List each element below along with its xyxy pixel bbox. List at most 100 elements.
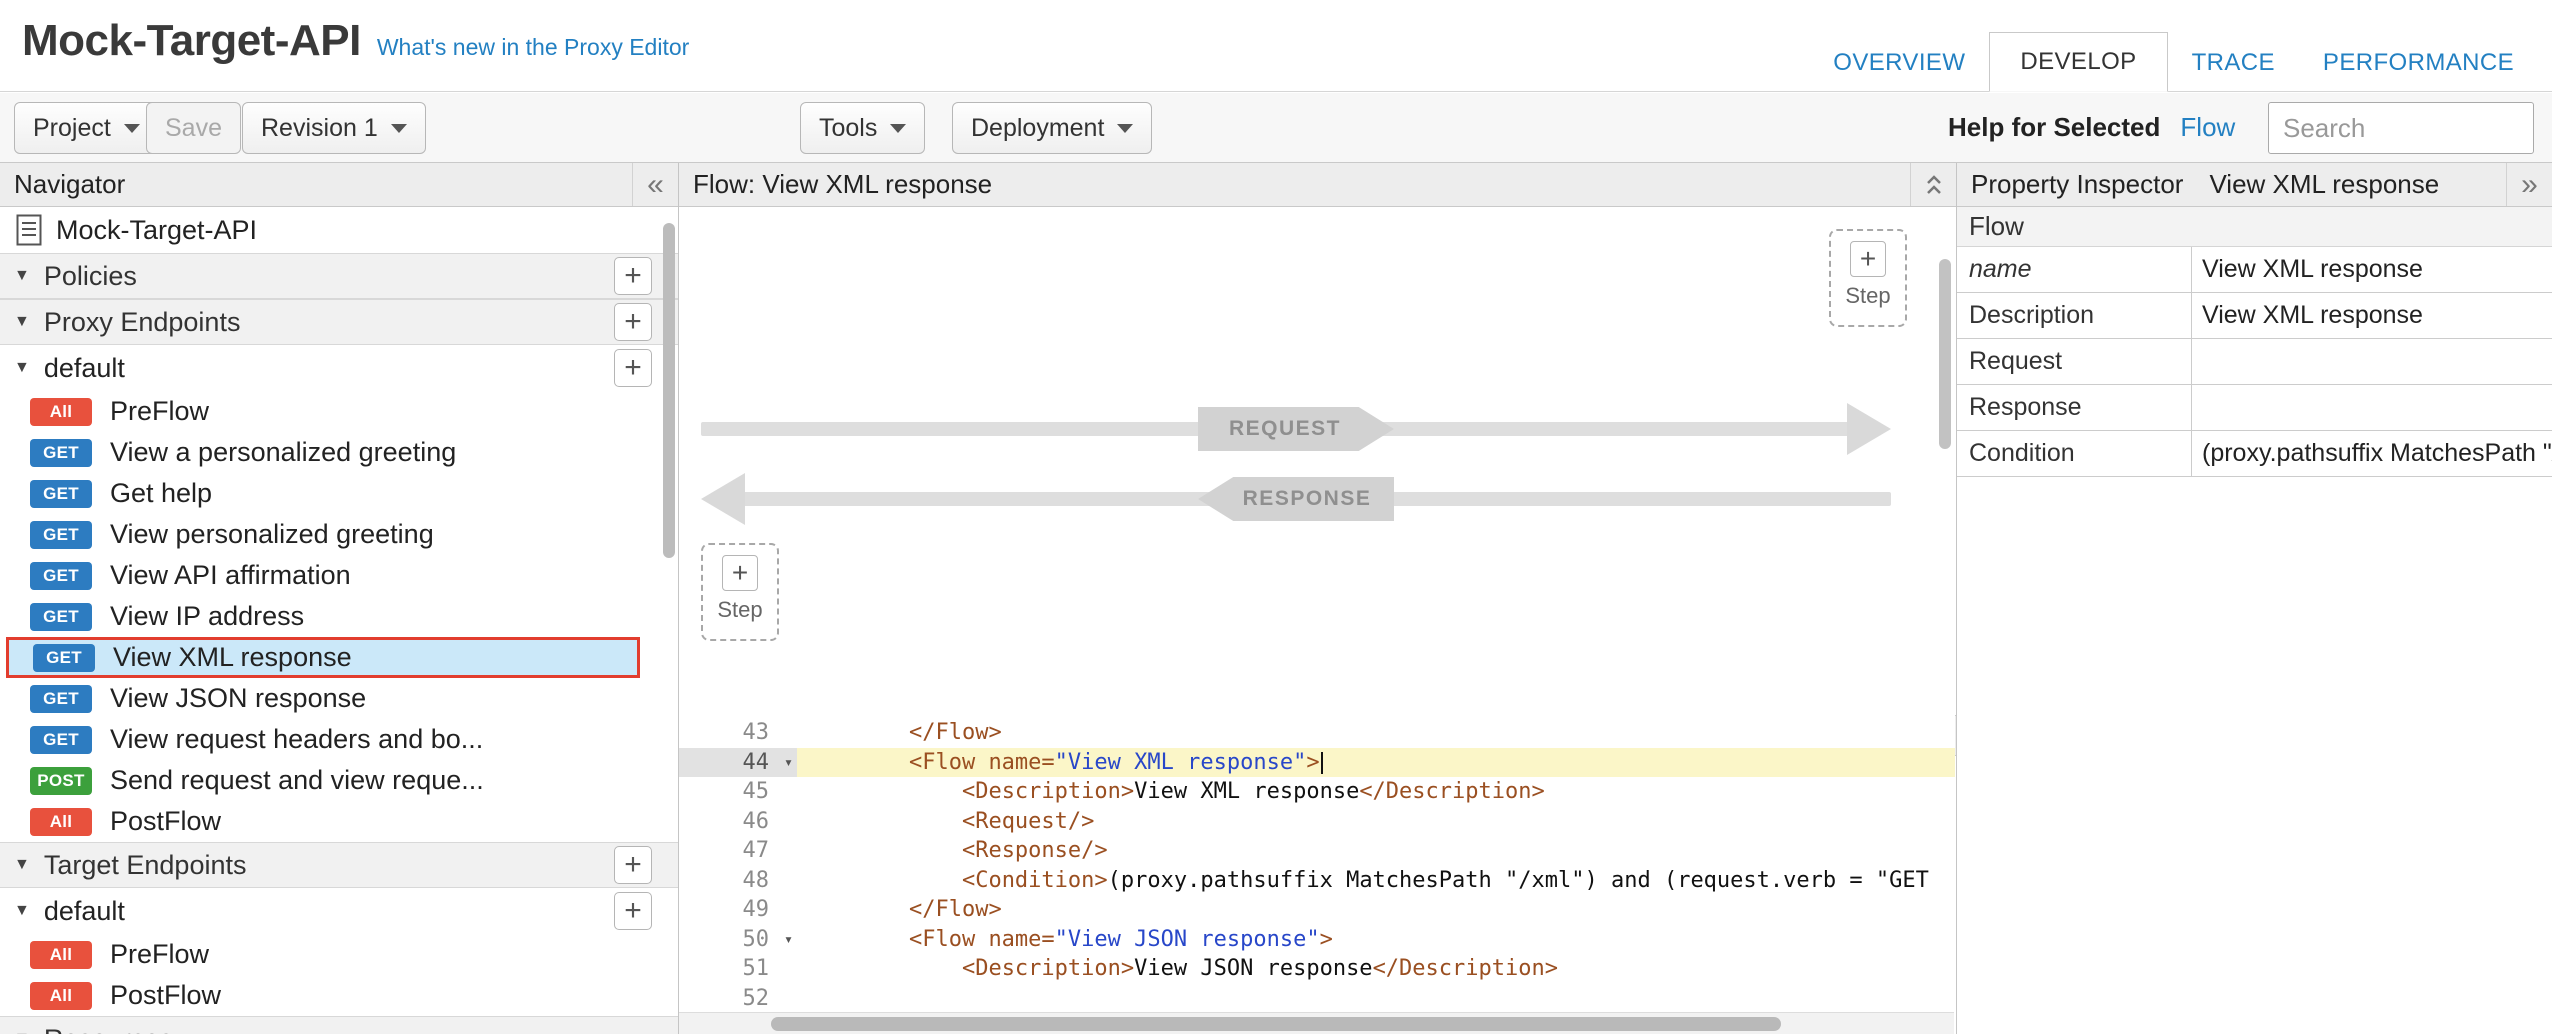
add-target-endpoint-button[interactable]: + (614, 846, 652, 884)
code-horizontal-scrollbar[interactable] (679, 1012, 1954, 1034)
method-badge: All (30, 941, 92, 969)
deployment-dropdown[interactable]: Deployment (952, 102, 1152, 154)
tab-overview[interactable]: OVERVIEW (1809, 34, 1989, 92)
triangle-down-icon: ▼ (14, 267, 30, 285)
section-resources[interactable]: ▼ Resources (0, 1016, 678, 1034)
method-badge: GET (30, 521, 92, 549)
nav-item-preflow[interactable]: AllPreFlow (0, 391, 678, 432)
inspector-value-request[interactable] (2192, 339, 2552, 384)
add-proxy-flow-button[interactable]: + (614, 349, 652, 387)
nav-item-view-request-headers-and-bo[interactable]: GETView request headers and bo... (0, 719, 678, 760)
target-endpoint-default[interactable]: ▼ default + (0, 888, 678, 934)
nav-item-view-xml-response[interactable]: GETView XML response (6, 637, 640, 678)
inspector-value-description[interactable]: View XML response (2192, 293, 2552, 338)
section-target-endpoints[interactable]: ▼ Target Endpoints + (0, 842, 678, 888)
nav-item-label: PreFlow (110, 396, 209, 427)
nav-item-proxy-root[interactable]: Mock-Target-API (0, 207, 678, 253)
tab-trace[interactable]: TRACE (2168, 34, 2299, 92)
code-line-46[interactable]: 46 <Request/> (679, 807, 1955, 837)
add-policy-button[interactable]: + (614, 257, 652, 295)
code-line-48[interactable]: 48 <Condition>(proxy.pathsuffix MatchesP… (679, 866, 1955, 896)
search-input[interactable] (2268, 102, 2534, 154)
method-badge: GET (30, 685, 92, 713)
code-line-49[interactable]: 49 </Flow> (679, 895, 1955, 925)
text-cursor (1321, 752, 1323, 774)
section-proxy-endpoints-label: Proxy Endpoints (44, 307, 241, 338)
tools-dropdown[interactable]: Tools (800, 102, 925, 154)
add-proxy-endpoint-button[interactable]: + (614, 303, 652, 341)
tools-dropdown-label: Tools (819, 114, 877, 143)
collapse-flow-panel-icon[interactable] (1910, 163, 1956, 206)
nav-item-view-personalized-greeting[interactable]: GETView personalized greeting (0, 514, 678, 555)
nav-item-view-a-personalized-greeting[interactable]: GETView a personalized greeting (0, 432, 678, 473)
line-number: 47 (679, 836, 797, 866)
project-dropdown[interactable]: Project (14, 102, 159, 154)
code-text: <Flow name="View XML response"> (797, 748, 1955, 778)
inspector-row-description: Description View XML response (1957, 293, 2552, 339)
proxy-root-label: Mock-Target-API (56, 215, 257, 246)
revision-dropdown-label: Revision 1 (261, 114, 378, 143)
save-button[interactable]: Save (146, 102, 241, 154)
add-target-flow-button[interactable]: + (614, 892, 652, 930)
nav-item-view-api-affirmation[interactable]: GETView API affirmation (0, 555, 678, 596)
code-editor[interactable]: 43 </Flow>44▾ <Flow name="View XML respo… (679, 712, 1955, 1034)
code-line-51[interactable]: 51 <Description>View JSON response</Desc… (679, 954, 1955, 984)
line-number: 46 (679, 807, 797, 837)
flow-panel-title: Flow: View XML response (693, 169, 992, 200)
nav-item-view-json-response[interactable]: GETView JSON response (0, 678, 678, 719)
nav-item-preflow[interactable]: AllPreFlow (0, 934, 678, 975)
section-policies[interactable]: ▼ Policies + (0, 253, 678, 299)
revision-dropdown[interactable]: Revision 1 (242, 102, 426, 154)
target-endpoint-default-label: default (44, 896, 125, 927)
add-step-button-request[interactable]: + Step (1829, 229, 1907, 327)
nav-item-label: View a personalized greeting (110, 437, 456, 468)
chevron-down-icon (890, 124, 906, 133)
line-number: 43 (679, 718, 797, 748)
title-wrap: Mock-Target-API What's new in the Proxy … (22, 16, 689, 66)
nav-item-view-ip-address[interactable]: GETView IP address (0, 596, 678, 637)
document-icon (16, 214, 42, 246)
proxy-endpoint-default[interactable]: ▼ default + (0, 345, 678, 391)
code-line-47[interactable]: 47 <Response/> (679, 836, 1955, 866)
toolbar: Project Save Revision 1 Tools Deployment… (0, 93, 2552, 163)
top-tabs: OVERVIEW DEVELOP TRACE PERFORMANCE (1809, 32, 2538, 92)
proxy-endpoint-default-label: default (44, 353, 125, 384)
code-line-44[interactable]: 44▾ <Flow name="View XML response"> (679, 748, 1955, 778)
code-horizontal-scrollbar-thumb[interactable] (771, 1017, 1781, 1031)
nav-item-label: Send request and view reque... (110, 765, 484, 796)
tab-performance[interactable]: PERFORMANCE (2299, 34, 2538, 92)
fold-caret-icon[interactable]: ▾ (784, 925, 793, 955)
code-text: <Condition>(proxy.pathsuffix MatchesPath… (797, 866, 1955, 896)
expand-inspector-icon[interactable]: » (2506, 163, 2552, 206)
inspector-label-name: name (1957, 247, 2192, 292)
inspector-value-response[interactable] (2192, 385, 2552, 430)
flow-panel-header: Flow: View XML response (679, 163, 1956, 207)
add-step-label: Step (717, 597, 762, 623)
triangle-down-icon: ▼ (14, 902, 30, 920)
fold-caret-icon[interactable]: ▾ (784, 748, 793, 778)
add-step-button-response[interactable]: + Step (701, 543, 779, 641)
whats-new-link[interactable]: What's new in the Proxy Editor (377, 34, 689, 61)
nav-item-get-help[interactable]: GETGet help (0, 473, 678, 514)
tab-develop[interactable]: DEVELOP (1989, 32, 2167, 92)
section-proxy-endpoints[interactable]: ▼ Proxy Endpoints + (0, 299, 678, 345)
code-line-45[interactable]: 45 <Description>View XML response</Descr… (679, 777, 1955, 807)
code-line-43[interactable]: 43 </Flow> (679, 718, 1955, 748)
collapse-navigator-icon[interactable]: « (632, 163, 678, 206)
navigator-header: Navigator « (0, 163, 678, 207)
nav-item-postflow[interactable]: AllPostFlow (0, 801, 678, 842)
code-line-50[interactable]: 50▾ <Flow name="View JSON response"> (679, 925, 1955, 955)
code-line-52[interactable]: 52 (679, 984, 1955, 1014)
flow-scrollbar-thumb[interactable] (1939, 259, 1951, 449)
help-flow-link[interactable]: Flow (2180, 112, 2235, 143)
response-banner: RESPONSE (1198, 477, 1394, 521)
method-badge: GET (30, 603, 92, 631)
inspector-value-name[interactable]: View XML response (2192, 247, 2552, 292)
navigator-scrollbar-thumb[interactable] (663, 223, 675, 558)
inspector-value-condition[interactable]: (proxy.pathsuffix MatchesPath "/x (2192, 431, 2552, 476)
nav-item-postflow[interactable]: AllPostFlow (0, 975, 678, 1016)
flow-diagram-canvas: + Step REQUEST RESPONSE + Step (679, 207, 1955, 671)
arrow-right-icon (1847, 403, 1891, 455)
line-number: 44▾ (679, 748, 797, 778)
nav-item-send-request-and-view-reque[interactable]: POSTSend request and view reque... (0, 760, 678, 801)
